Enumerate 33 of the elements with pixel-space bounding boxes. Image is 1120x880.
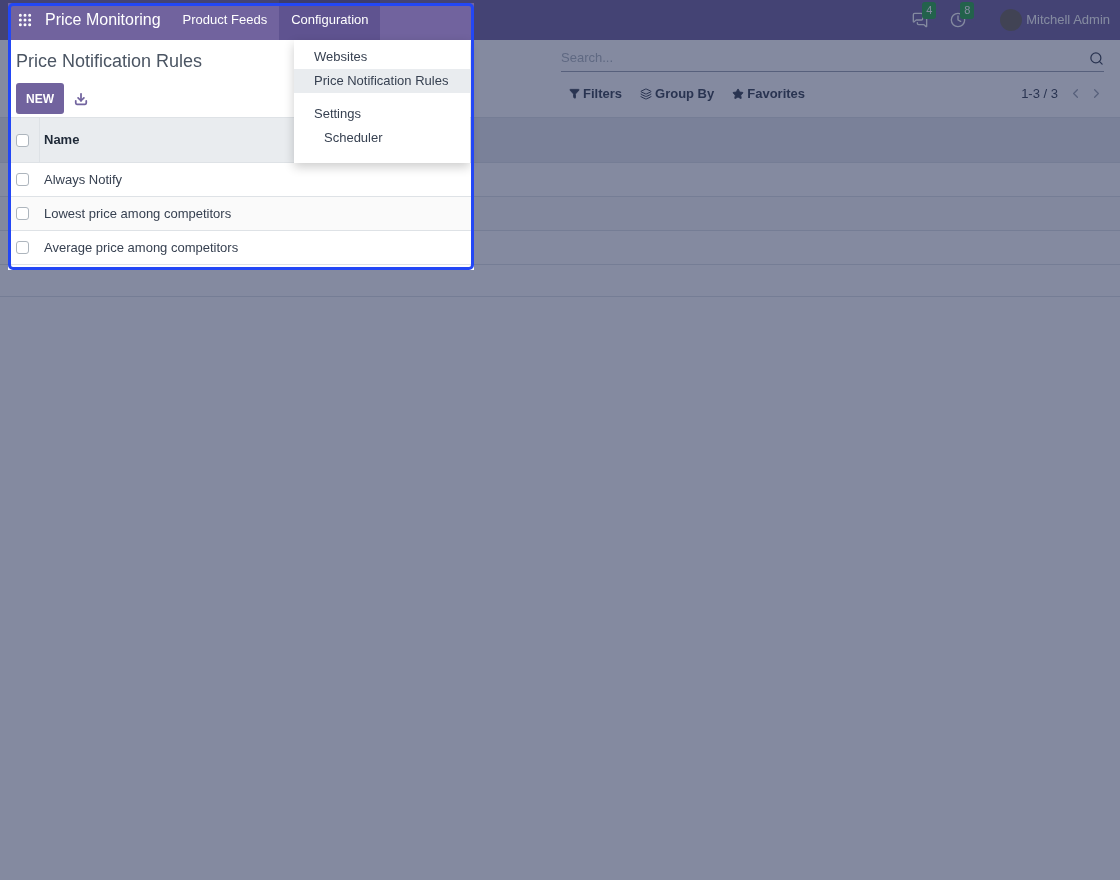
layers-icon bbox=[640, 87, 652, 100]
checkbox[interactable] bbox=[16, 133, 29, 147]
count-badge: 4 bbox=[922, 2, 937, 19]
filter-icon bbox=[569, 88, 580, 100]
table-cell-text: Always Notify bbox=[43, 170, 123, 189]
menu-item[interactable]: Price Notification Rules bbox=[294, 69, 470, 93]
new-button[interactable]: NEW bbox=[16, 83, 64, 114]
page-title: Price Notification Rules bbox=[16, 51, 203, 71]
table-cell-text: Average price among competitors bbox=[43, 238, 239, 257]
apps-icon[interactable] bbox=[17, 12, 33, 28]
search-icon[interactable] bbox=[1089, 50, 1104, 66]
checkbox[interactable] bbox=[16, 241, 29, 254]
star-icon bbox=[732, 87, 745, 100]
column-header[interactable]: Name bbox=[40, 130, 80, 150]
favorites-button[interactable]: Favorites bbox=[732, 84, 806, 104]
group-by-button[interactable]: Group By bbox=[640, 84, 715, 104]
nav-menu[interactable]: Configuration bbox=[279, 0, 381, 40]
count-badge: 8 bbox=[960, 2, 975, 19]
activities-icon[interactable] bbox=[950, 12, 967, 28]
menu-item[interactable]: Websites bbox=[294, 45, 470, 69]
user-name[interactable]: Mitchell Admin bbox=[1026, 10, 1110, 30]
menu-item[interactable]: Scheduler bbox=[294, 126, 470, 150]
checkbox[interactable] bbox=[16, 173, 29, 186]
avatar[interactable] bbox=[1000, 9, 1023, 31]
nav-menu[interactable]: Product Feeds bbox=[170, 0, 280, 40]
filters-button[interactable]: Filters bbox=[569, 84, 622, 104]
table-cell-text: Lowest price among competitors bbox=[43, 204, 232, 223]
app-name[interactable]: Price Monitoring bbox=[45, 8, 161, 32]
menu-section-header: Settings bbox=[313, 105, 362, 123]
messages-icon[interactable] bbox=[912, 12, 929, 28]
pager: 1-3 / 3 bbox=[1021, 85, 1058, 103]
download-icon[interactable] bbox=[74, 91, 88, 106]
checkbox[interactable] bbox=[16, 207, 29, 220]
